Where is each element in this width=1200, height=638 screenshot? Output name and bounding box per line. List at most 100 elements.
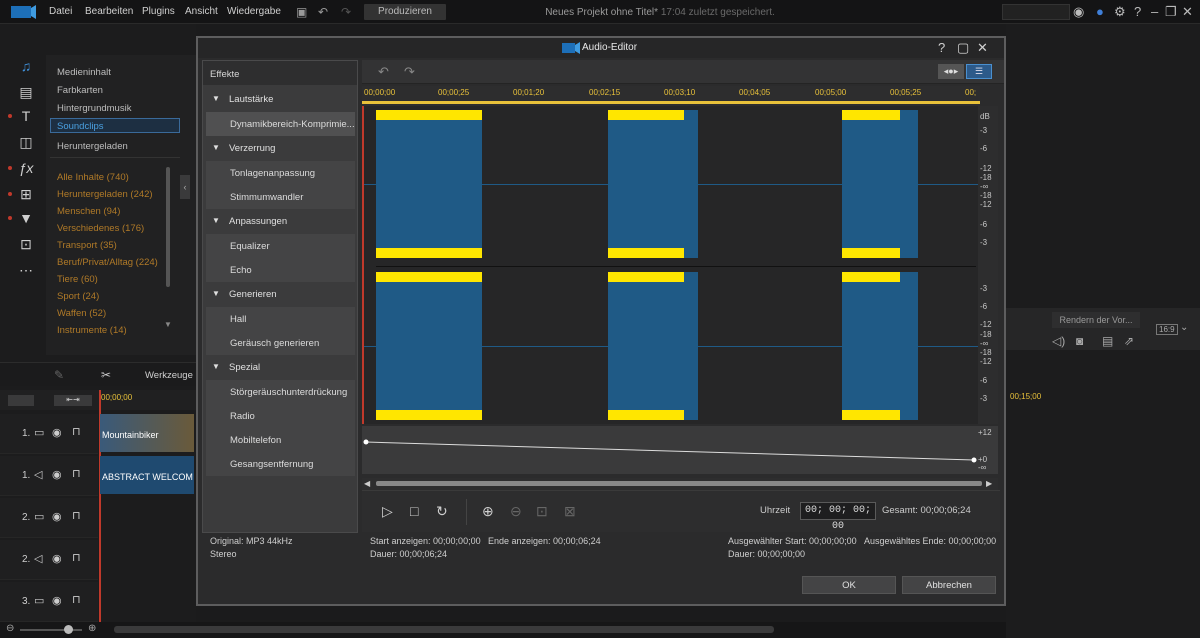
envelope-point[interactable]	[363, 439, 369, 445]
transition-icon[interactable]: ◫	[16, 134, 36, 152]
scroll-right-icon[interactable]: ▶	[986, 479, 992, 488]
eye-icon[interactable]: ◉	[52, 468, 62, 481]
lib-item-downloaded[interactable]: Heruntergeladen	[57, 141, 128, 152]
fx-group-special[interactable]: ▼ Spezial	[203, 355, 357, 379]
lib-item-color[interactable]: Farbkarten	[57, 85, 103, 96]
play-icon[interactable]: ▷	[382, 503, 393, 520]
eye-icon[interactable]: ◉	[52, 426, 62, 439]
lib-item-media[interactable]: Medieninhalt	[57, 67, 111, 78]
ok-button[interactable]: OK	[802, 576, 896, 594]
tracks-view-icon[interactable]: ☰	[966, 64, 992, 79]
subtitle-toggle-icon[interactable]: ▤	[1102, 334, 1113, 348]
category-item[interactable]: Waffen (52)	[57, 308, 106, 319]
snap-icon[interactable]: ◂●▸	[938, 64, 964, 79]
category-item[interactable]: Transport (35)	[57, 240, 117, 251]
fx-group-adjust[interactable]: ▼ Anpassungen	[203, 209, 357, 233]
video-clip[interactable]: Mountainbiker	[100, 414, 194, 452]
lib-item-soundclips[interactable]: Soundclips	[50, 118, 180, 133]
category-item[interactable]: Menschen (94)	[57, 206, 120, 217]
fx-item-vocal-removal[interactable]: Gesangsentfernung	[206, 452, 355, 476]
lock-icon[interactable]: ⊓	[72, 425, 81, 438]
category-item[interactable]: Verschiedenes (176)	[57, 223, 144, 234]
fx-item-phone[interactable]: Mobiltelefon	[206, 428, 355, 452]
close-icon[interactable]: ✕	[1182, 4, 1193, 20]
fx-item-compressor[interactable]: Dynamikbereich-Komprimie...	[206, 112, 355, 136]
title-icon[interactable]: T	[16, 108, 36, 126]
category-item[interactable]: Tiere (60)	[57, 274, 98, 285]
search-input[interactable]	[1002, 4, 1070, 20]
menu-playback[interactable]: Wiedergabe	[227, 6, 281, 17]
lock-icon[interactable]: ⊓	[72, 551, 81, 564]
collapse-panel-icon[interactable]: ‹	[180, 175, 190, 199]
scrollbar[interactable]	[166, 167, 170, 287]
chevron-down-icon[interactable]: ⌄	[1180, 322, 1188, 333]
zoom-out-icon[interactable]: ⊖	[510, 503, 522, 520]
particle-icon[interactable]: ▼	[16, 210, 36, 228]
scissors-icon[interactable]: ✂	[101, 368, 111, 382]
camera-icon[interactable]: ◙	[1076, 334, 1083, 348]
lock-icon[interactable]: ⊓	[72, 509, 81, 522]
track-view-icon[interactable]	[8, 395, 34, 406]
fx-item-noise-reduction[interactable]: Störgeräuschunterdrückung	[206, 380, 355, 404]
redo-icon[interactable]: ↷	[341, 5, 351, 19]
help-icon[interactable]: ?	[1134, 4, 1141, 19]
pip-icon[interactable]: ⊞	[16, 186, 36, 204]
media-room-icon[interactable]: ♫	[16, 58, 36, 76]
menu-edit[interactable]: Bearbeiten	[85, 6, 133, 17]
scroll-down-icon[interactable]: ▼	[164, 320, 172, 329]
zoom-in-icon[interactable]: ⊕	[88, 623, 96, 634]
fx-item-equalizer[interactable]: Equalizer	[206, 234, 355, 258]
waveform-area[interactable]	[362, 106, 978, 424]
scroll-left-icon[interactable]: ◀	[364, 479, 370, 488]
restore-icon[interactable]: ❐	[1165, 4, 1177, 20]
fx-item-pitch[interactable]: Tonlagenanpassung	[206, 161, 355, 185]
close-icon[interactable]: ✕	[977, 40, 988, 56]
subtitle-icon[interactable]: ⊡	[16, 236, 36, 254]
film-icon[interactable]: ▤	[16, 84, 36, 102]
scroll-thumb[interactable]	[376, 481, 982, 486]
render-preview-button[interactable]: Rendern der Vor...	[1052, 312, 1140, 328]
external-icon[interactable]: ⇗	[1124, 334, 1134, 348]
zoom-in-icon[interactable]: ⊕	[482, 503, 494, 520]
horizontal-scrollbar[interactable]: ◀ ▶	[362, 478, 998, 490]
fit-icon[interactable]: ⇤⇥	[54, 395, 92, 406]
lock-icon[interactable]: ⊓	[72, 467, 81, 480]
account-icon[interactable]: ◉	[1073, 4, 1084, 20]
lib-item-music[interactable]: Hintergrundmusik	[57, 103, 131, 114]
category-item[interactable]: Alle Inhalte (740)	[57, 172, 129, 183]
cancel-button[interactable]: Abbrechen	[902, 576, 996, 594]
fx-group-distortion[interactable]: ▼ Verzerrung	[203, 136, 357, 160]
tools-label[interactable]: Werkzeuge	[145, 370, 193, 381]
menu-view[interactable]: Ansicht	[185, 6, 218, 17]
fx-item-reverb[interactable]: Hall	[206, 307, 355, 331]
maximize-icon[interactable]: ▢	[957, 40, 969, 56]
menu-file[interactable]: Datei	[49, 6, 72, 17]
category-item[interactable]: Sport (24)	[57, 291, 99, 302]
produce-button[interactable]: Produzieren	[364, 4, 446, 20]
category-item[interactable]: Heruntergeladen (242)	[57, 189, 153, 200]
menu-plugins[interactable]: Plugins	[142, 6, 175, 17]
save-icon[interactable]: ▣	[296, 5, 307, 19]
fx-group-volume[interactable]: ▼ Lautstärke	[203, 87, 357, 111]
playhead[interactable]	[362, 106, 364, 424]
pen-icon[interactable]: ✎	[54, 368, 64, 382]
volume-envelope[interactable]: +12 +0 -∞	[362, 426, 998, 474]
settings-icon[interactable]: ⚙	[1114, 4, 1126, 20]
stop-icon[interactable]: □	[410, 503, 418, 519]
aspect-ratio[interactable]: 16:9	[1156, 324, 1178, 335]
fx-item-noise-generate[interactable]: Geräusch generieren	[206, 331, 355, 355]
fx-item-radio[interactable]: Radio	[206, 404, 355, 428]
zoom-selection-icon[interactable]: ⊡	[536, 503, 548, 520]
fx-item-echo[interactable]: Echo	[206, 258, 355, 282]
volume-icon[interactable]: ◁)	[1052, 334, 1065, 348]
undo-icon[interactable]: ↶	[318, 5, 328, 19]
zoom-fit-icon[interactable]: ⊠	[564, 503, 576, 520]
zoom-handle[interactable]	[64, 625, 73, 634]
minimize-icon[interactable]: –	[1151, 4, 1158, 19]
timeline-scrollbar[interactable]	[114, 626, 774, 633]
selection-range[interactable]	[362, 101, 980, 104]
zoom-out-icon[interactable]: ⊖	[6, 623, 14, 634]
category-item[interactable]: Instrumente (14)	[57, 325, 127, 336]
lock-icon[interactable]: ⊓	[72, 593, 81, 606]
notification-icon[interactable]: ●	[1096, 4, 1104, 19]
